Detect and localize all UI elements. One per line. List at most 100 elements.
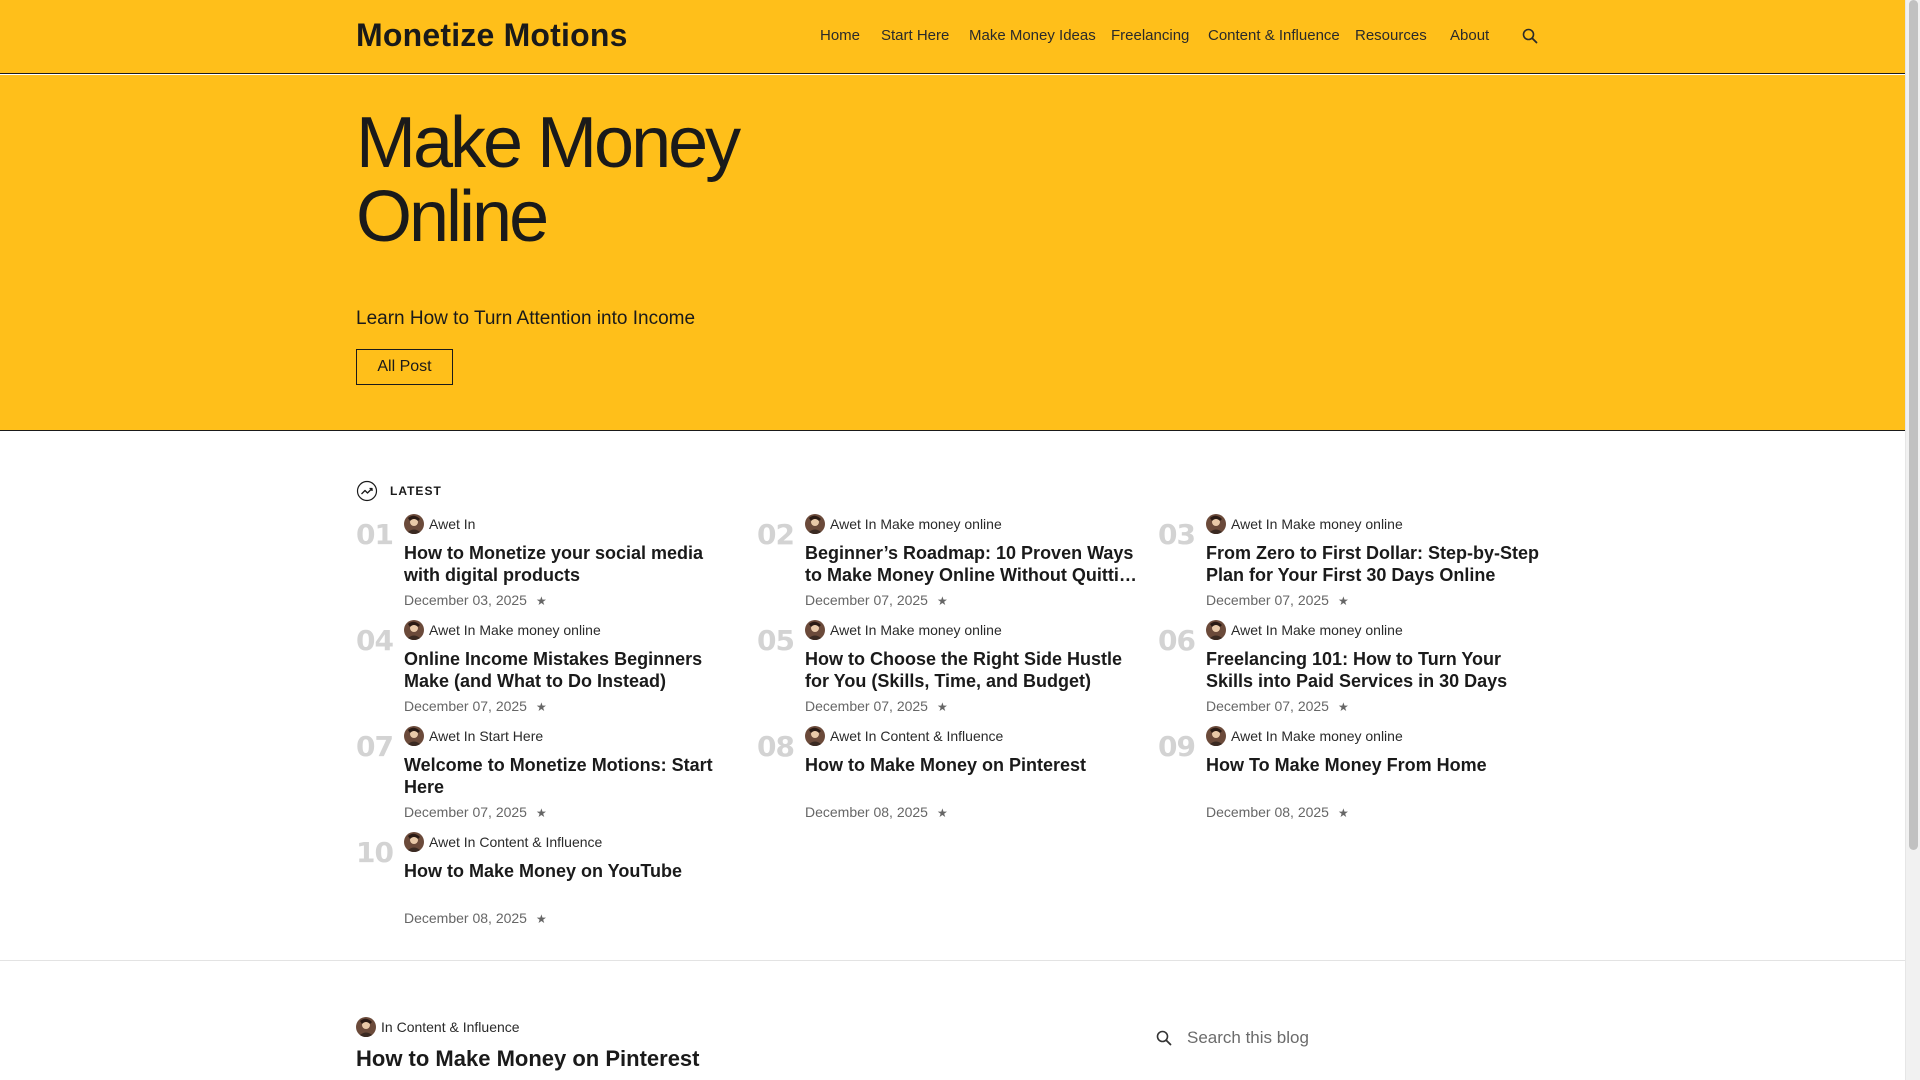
post-date-row: December 07, 2025 ★ [1206,698,1349,714]
post-date-row: December 07, 2025 ★ [805,698,948,714]
post-meta: Awet In Make money online [805,620,1002,640]
latest-heading: LATEST [356,480,442,502]
latest-label: LATEST [390,484,442,498]
post-date-row: December 07, 2025 ★ [404,804,547,820]
post-title[interactable]: Online Income Mistakes Beginners Make (a… [404,648,744,692]
search-icon[interactable] [1521,27,1539,45]
nav-item-make-money-ideas[interactable]: Make Money Ideas [969,27,1096,44]
post-category-link[interactable]: Make money online [1281,728,1402,744]
post-meta: Awet In Content & Influence [805,726,1003,746]
author-avatar [805,726,825,746]
post-author[interactable]: Awet [830,516,861,532]
post-number: 06 [1158,624,1196,657]
post-category-link[interactable]: Make money online [880,622,1001,638]
post-date-row: December 07, 2025 ★ [805,592,948,608]
post-date: December 07, 2025 [404,698,527,714]
star-icon: ★ [936,700,948,714]
nav-item-content-influence[interactable]: Content & Influence [1208,27,1340,44]
author-avatar [356,1017,376,1037]
post-category-link[interactable]: Start Here [479,728,543,744]
star-icon: ★ [936,806,948,820]
hero-subtitle: Learn How to Turn Attention into Income [356,308,696,329]
post-category-prefix: In [463,728,476,744]
author-avatar [404,832,424,852]
post-meta: Awet In Make money online [805,514,1002,534]
search-icon [1155,1029,1173,1047]
author-avatar [1206,514,1226,534]
post-number: 09 [1158,730,1196,763]
trending-up-icon [356,480,378,502]
author-avatar [805,514,825,534]
star-icon: ★ [535,594,547,608]
post-author[interactable]: Awet [830,728,861,744]
post-date-row: December 08, 2025 ★ [404,910,547,926]
post-title[interactable]: How To Make Money From Home [1206,754,1546,776]
all-post-button[interactable]: All Post [356,349,453,385]
star-icon: ★ [535,912,547,926]
post-category-prefix: In [463,622,476,638]
star-icon: ★ [1337,806,1349,820]
post-author[interactable]: Awet [830,622,861,638]
post-category-prefix: In [1265,516,1278,532]
post-author[interactable]: Awet [1231,516,1262,532]
post-number: 02 [757,518,795,551]
post-meta: Awet In Content & Influence [404,832,602,852]
post-meta: Awet In Make money online [1206,726,1403,746]
post-category-prefix: In [864,516,877,532]
post-date: December 08, 2025 [404,910,527,926]
post-title[interactable]: Beginner’s Roadmap: 10 Proven Ways to Ma… [805,542,1145,586]
post-meta: Awet In Make money online [1206,620,1403,640]
post-title[interactable]: Freelancing 101: How to Turn Your Skills… [1206,648,1546,692]
post-title[interactable]: Welcome to Monetize Motions: Start Here [404,754,744,798]
post-number: 10 [356,836,394,869]
post-author[interactable]: Awet [1231,622,1262,638]
post-date: December 07, 2025 [1206,698,1329,714]
post-category-prefix: In [864,622,877,638]
post-author[interactable]: Awet [429,622,460,638]
nav-item-freelancing[interactable]: Freelancing [1111,27,1189,44]
post-title[interactable]: How to Make Money on YouTube [404,860,744,882]
post-category-link[interactable]: Make money online [479,622,600,638]
post-title[interactable]: How to Choose the Right Side Hustle for … [805,648,1145,692]
post-title[interactable]: How to Monetize your social media with d… [404,542,744,586]
post-category-link[interactable]: Make money online [1281,516,1402,532]
featured-category-link[interactable]: Content & Influence [397,1019,520,1035]
featured-category-prefix: In [381,1019,393,1035]
post-number: 04 [356,624,394,657]
page-scrollbar[interactable] [1905,0,1920,1080]
hero-section: Make Money Online Learn How to Turn Atte… [0,75,1905,431]
featured-post-meta: In Content & Influence [356,1017,520,1037]
post-meta: Awet In Start Here [404,726,543,746]
post-category-prefix: In [1265,728,1278,744]
post-category-link[interactable]: Content & Influence [880,728,1003,744]
post-title[interactable]: From Zero to First Dollar: Step-by-Step … [1206,542,1546,586]
post-category-link[interactable]: Make money online [880,516,1001,532]
post-date-row: December 03, 2025 ★ [404,592,547,608]
blog-search-input[interactable] [1187,1028,1447,1048]
post-category-prefix: In [1265,622,1278,638]
post-category-link[interactable]: Make money online [1281,622,1402,638]
hero-title: Make Money Online [356,103,741,257]
post-author[interactable]: Awet [429,516,460,532]
star-icon: ★ [535,700,547,714]
post-title[interactable]: How to Make Money on Pinterest [805,754,1145,776]
nav-item-resources[interactable]: Resources [1355,27,1427,44]
post-category-link[interactable]: Content & Influence [479,834,602,850]
author-avatar [404,514,424,534]
featured-post-title[interactable]: How to Make Money on Pinterest [356,1046,700,1072]
post-author[interactable]: Awet [429,834,460,850]
post-number: 07 [356,730,394,763]
post-date: December 07, 2025 [805,592,928,608]
post-meta: Awet In Make money online [404,620,601,640]
post-date-row: December 08, 2025 ★ [1206,804,1349,820]
post-date-row: December 07, 2025 ★ [1206,592,1349,608]
nav-item-about[interactable]: About [1450,27,1489,44]
post-author[interactable]: Awet [1231,728,1262,744]
nav-item-start-here[interactable]: Start Here [881,27,949,44]
nav-item-home[interactable]: Home [820,27,860,44]
post-number: 05 [757,624,795,657]
post-author[interactable]: Awet [429,728,460,744]
scrollbar-thumb[interactable] [1909,0,1918,850]
post-date: December 07, 2025 [805,698,928,714]
post-number: 03 [1158,518,1196,551]
